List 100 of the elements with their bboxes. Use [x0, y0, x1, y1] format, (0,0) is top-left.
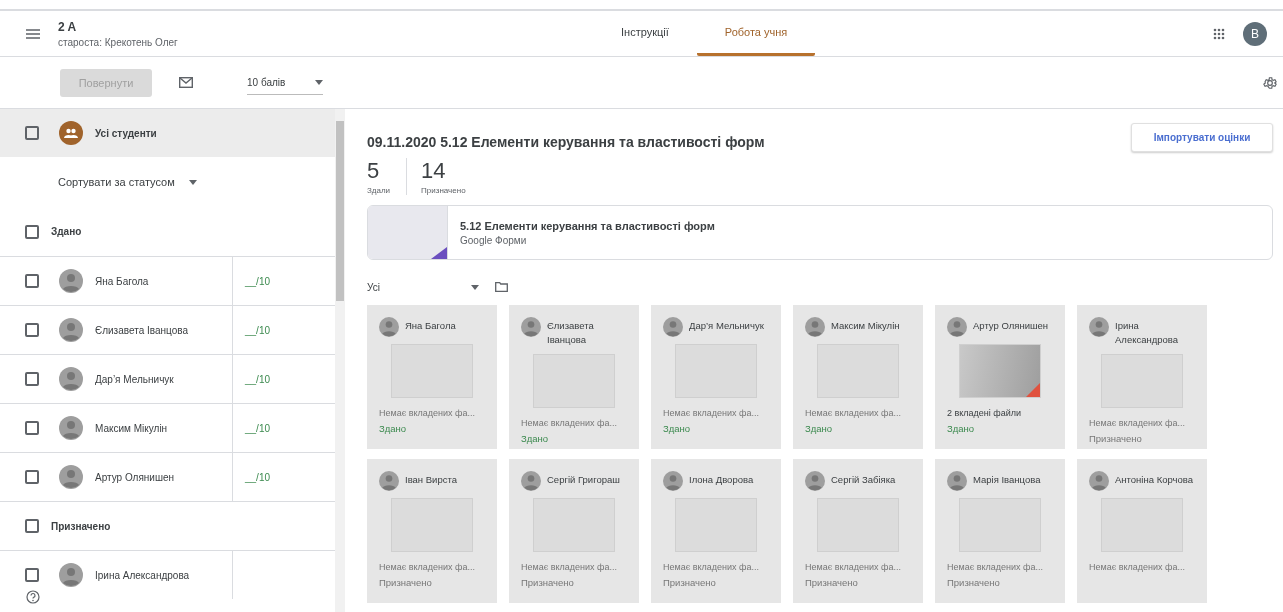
group-label: Здано — [51, 226, 82, 237]
avatar-icon — [59, 563, 83, 587]
caret-icon — [315, 79, 323, 85]
filter-dropdown[interactable]: Усі — [367, 281, 479, 293]
account-avatar[interactable]: B — [1243, 21, 1267, 46]
points-dropdown[interactable]: 10 балів — [247, 70, 323, 95]
tab[interactable]: Робота учня — [696, 11, 816, 56]
avatar-icon — [663, 471, 683, 491]
student-name[interactable]: Дар’я Мельничук — [95, 373, 174, 385]
student-name: Антоніна Корчова — [1115, 473, 1193, 487]
avatar-icon — [521, 471, 541, 491]
import-grades-button[interactable]: Імпортувати оцінки — [1131, 123, 1273, 152]
student-name[interactable]: Максим Мікулін — [95, 422, 168, 434]
submission-card[interactable]: Артур Олянишен 2 вкладені файли Здано — [935, 305, 1065, 449]
group-icon — [59, 121, 83, 145]
avatar-icon — [805, 471, 825, 491]
student-name: Яна Багола — [405, 319, 456, 333]
student-name: Максим Мікулін — [831, 319, 900, 333]
student-name[interactable]: Ірина Александрова — [95, 569, 190, 581]
checkbox[interactable] — [25, 224, 39, 239]
apps-grid-icon[interactable] — [1213, 27, 1225, 40]
assignment-title: 09.11.2020 5.12 Елементи керування та властивості форм — [367, 133, 765, 150]
checkbox[interactable] — [25, 323, 39, 337]
caret-icon — [471, 284, 479, 290]
status-label: Призначено — [663, 577, 717, 588]
student-name[interactable]: Єлизавета Іванцова — [95, 324, 188, 336]
attachment-info: Немає вкладених фа... — [805, 562, 903, 572]
grade-field[interactable]: __/10 — [245, 324, 271, 336]
submission-card[interactable]: Марія Іванцова Немає вкладених фа... Призначено — [935, 459, 1065, 603]
submission-card[interactable]: Ірина Александрова Немає вкладених фа... Призначено — [1077, 305, 1207, 449]
attachment-type: Google Форми — [460, 234, 528, 246]
avatar-icon — [59, 318, 83, 342]
avatar-icon — [521, 317, 541, 337]
submission-card[interactable]: Максим Мікулін Немає вкладених фа... Здано — [793, 305, 923, 449]
help-icon[interactable] — [26, 590, 40, 604]
attachment-info: Немає вкладених фа... — [805, 408, 903, 418]
status-label: Призначено — [805, 577, 859, 588]
attachment-title: 5.12 Елементи керування та властивості форм — [460, 219, 715, 232]
all-students-label[interactable]: Усі студенти — [95, 127, 157, 139]
submission-card[interactable]: Сергій Забіяка Немає вкладених фа... Призначено — [793, 459, 923, 603]
avatar-icon — [379, 317, 399, 337]
student-name: Єлизавета Іванцова — [547, 319, 595, 347]
attachment-info: Немає вкладених фа... — [379, 562, 477, 572]
class-subtitle: староста: Крекотень Олег — [58, 36, 179, 48]
student-name: Іван Вирста — [405, 473, 457, 487]
checkbox[interactable] — [25, 470, 39, 484]
scrollbar[interactable] — [335, 109, 345, 612]
attachment-card[interactable]: 5.12 Елементи керування та властивості форм Google Форми — [367, 205, 1273, 260]
avatar-icon — [59, 465, 83, 489]
status-label: Здано — [663, 423, 692, 434]
avatar-icon — [59, 269, 83, 293]
caret-icon — [188, 179, 197, 185]
student-name[interactable]: Яна Багола — [95, 275, 149, 287]
avatar-icon — [947, 317, 967, 337]
stat-label: Призначено — [421, 186, 466, 195]
stat-label: Здали — [367, 186, 391, 195]
grade-field[interactable]: __/10 — [245, 275, 271, 287]
checkbox[interactable] — [25, 421, 39, 435]
avatar-icon — [663, 317, 683, 337]
submission-card[interactable]: Сергій Григораш Немає вкладених фа... Призначено — [509, 459, 639, 603]
submission-card[interactable]: Дар’я Мельничук Немає вкладених фа... Здано — [651, 305, 781, 449]
attachment-info: Немає вкладених фа... — [379, 408, 477, 418]
submission-card[interactable]: Яна Багола Немає вкладених фа... Здано — [367, 305, 497, 449]
status-label: Призначено — [1089, 433, 1143, 444]
avatar-icon — [947, 471, 967, 491]
checkbox[interactable] — [25, 126, 39, 140]
attachment-info: Немає вкладених фа... — [1089, 418, 1187, 428]
checkbox[interactable] — [25, 519, 39, 533]
grade-field[interactable]: __/10 — [245, 422, 271, 434]
submission-card[interactable]: Ілона Дворова Немає вкладених фа... Призначено — [651, 459, 781, 603]
settings-icon[interactable] — [1263, 75, 1277, 90]
submission-card[interactable]: Єлизавета Іванцова Немає вкладених фа... Здано — [509, 305, 639, 449]
attachment-info: Немає вкладених фа... — [521, 418, 619, 428]
checkbox[interactable] — [25, 372, 39, 386]
status-label: Здано — [947, 423, 976, 434]
avatar-icon — [379, 471, 399, 491]
stat-value: 14 — [421, 158, 447, 184]
grade-field[interactable]: __/10 — [245, 373, 271, 385]
student-name: Марія Іванцова — [973, 473, 1041, 487]
folder-icon[interactable] — [495, 282, 508, 292]
mail-icon[interactable] — [179, 77, 193, 88]
status-label: Здано — [521, 433, 550, 444]
student-name: Артур Олянишен — [973, 319, 1049, 333]
checkbox[interactable] — [25, 274, 39, 288]
stat-value: 5 — [367, 158, 381, 184]
checkbox[interactable] — [25, 568, 39, 582]
student-name[interactable]: Артур Олянишен — [95, 471, 175, 483]
class-title: 2 A — [58, 19, 78, 34]
status-label: Призначено — [379, 577, 433, 588]
attachment-info: Немає вкладених фа... — [947, 562, 1045, 572]
submission-card[interactable]: Іван Вирста Немає вкладених фа... Призначено — [367, 459, 497, 603]
avatar-icon — [1089, 317, 1109, 337]
sort-dropdown[interactable]: Сортувати за статусом — [58, 176, 175, 188]
menu-icon[interactable] — [26, 28, 40, 39]
status-label: Здано — [379, 423, 408, 434]
tab[interactable]: Інструкції — [593, 11, 697, 56]
submission-card[interactable]: Антоніна Корчова Немає вкладених фа... — [1077, 459, 1207, 603]
grade-field[interactable]: __/10 — [245, 471, 271, 483]
student-name: Ірина Александрова — [1115, 319, 1180, 347]
student-name: Дар’я Мельничук — [689, 319, 764, 333]
